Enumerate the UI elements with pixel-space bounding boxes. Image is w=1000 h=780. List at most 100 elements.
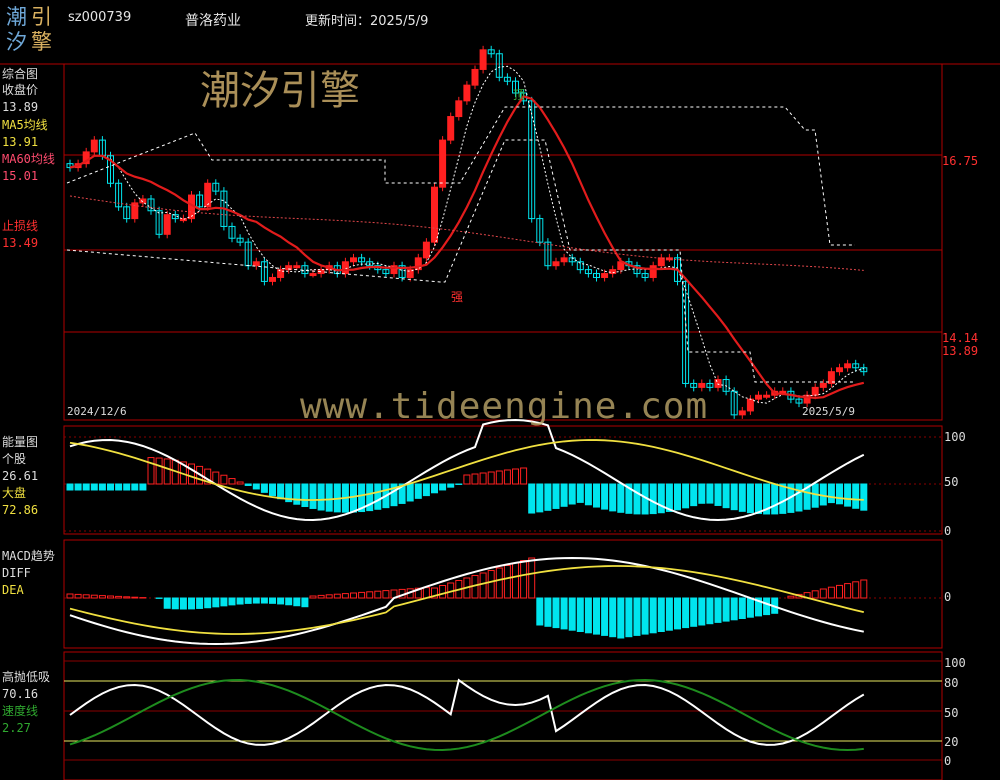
macd-dea-label: DEA: [2, 583, 24, 597]
date-start: 2024/12/6: [67, 405, 127, 418]
energy-bar: [269, 483, 276, 497]
energy-bar: [422, 483, 430, 497]
candle-body: [601, 273, 609, 278]
energy-stock-label: 个股: [2, 452, 27, 466]
energy-bar: [738, 483, 746, 512]
energy-bar: [827, 483, 835, 504]
candle-body: [714, 379, 722, 388]
macd-bar: [690, 597, 698, 627]
macd-bar: [528, 557, 536, 599]
macd-bar: [746, 597, 754, 618]
macd-bar: [204, 597, 212, 609]
energy-bar: [576, 483, 584, 503]
macd-bar: [123, 596, 131, 599]
macd-bar: [98, 595, 106, 599]
energy-bar: [309, 483, 317, 509]
energy-bar: [722, 483, 730, 509]
candle-body: [763, 394, 771, 398]
macd-bar: [844, 583, 852, 599]
macd-bar: [277, 597, 285, 605]
macd-bar: [552, 597, 560, 629]
macd-bar: [196, 597, 204, 609]
energy-bar: [536, 483, 544, 513]
macd-bar: [374, 590, 382, 599]
candle-body: [746, 398, 754, 412]
watermark-url: www.tideengine.com: [300, 386, 709, 427]
candle-body: [755, 394, 762, 400]
candle-body: [836, 367, 843, 373]
macd-bar: [228, 597, 236, 606]
macd-bar: [422, 587, 430, 599]
macd-bar: [163, 597, 171, 609]
energy-bar: [252, 483, 260, 490]
macd-bar: [479, 572, 487, 599]
energy-axis-100: 100: [944, 430, 966, 444]
energy-bar: [317, 483, 325, 511]
energy-bar: [771, 483, 779, 515]
macd-bar: [682, 597, 690, 629]
energy-bar: [730, 483, 738, 511]
macd-bar: [698, 597, 706, 626]
energy-bar: [90, 483, 98, 491]
marker-strong: 强: [451, 290, 464, 304]
energy-axis-50: 50: [944, 475, 959, 489]
macd-bar: [90, 594, 98, 599]
candle-body: [463, 84, 471, 102]
macd-bar: [560, 597, 568, 630]
energy-bar: [301, 483, 309, 508]
macd-bar: [82, 594, 90, 599]
marker-top: 顶: [513, 88, 526, 102]
macd-bar: [382, 590, 390, 599]
panel-frame-2: [63, 425, 943, 535]
energy-bar: [374, 483, 382, 510]
macd-bar: [350, 592, 357, 599]
macd-bar: [495, 567, 503, 599]
kdj-axis-0: 0: [944, 754, 952, 768]
energy-bar: [131, 483, 139, 491]
macd-bar: [576, 597, 584, 632]
macd-bar: [212, 597, 220, 608]
macd-bar: [236, 597, 244, 605]
axis-price-1389: 13.89: [942, 344, 979, 358]
macd-bar: [674, 597, 681, 630]
energy-bar: [414, 483, 422, 499]
macd-bar: [358, 591, 366, 599]
energy-panel-title: 能量图: [2, 435, 39, 449]
energy-bar: [860, 483, 868, 511]
macd-bar: [536, 597, 544, 626]
close-label: 收盘价: [2, 83, 39, 97]
candle-body: [479, 49, 487, 70]
macd-bar: [827, 586, 835, 599]
energy-bar: [690, 483, 698, 507]
energy-bar: [706, 483, 714, 504]
energy-bar: [584, 483, 592, 506]
macd-bar: [487, 570, 495, 599]
macd-bar: [269, 597, 276, 604]
candle-body: [204, 182, 212, 208]
candle-body: [139, 198, 147, 204]
energy-bar: [155, 457, 163, 485]
macd-bar: [220, 597, 228, 607]
macd-bar: [584, 597, 592, 634]
energy-bar: [366, 483, 374, 512]
date-end: 2025/5/9: [802, 405, 855, 418]
ma60-value: 15.01: [2, 169, 39, 183]
macd-bar: [714, 597, 722, 623]
macd-bar: [649, 597, 657, 634]
energy-bar: [260, 483, 268, 493]
kdj-axis-80: 80: [944, 676, 959, 690]
energy-bar: [350, 483, 357, 513]
macd-bar: [763, 597, 771, 616]
energy-bar: [293, 483, 301, 505]
macd-bar: [512, 562, 519, 599]
macd-bar: [252, 597, 260, 604]
macd-bar: [503, 565, 511, 599]
energy-bar: [544, 483, 552, 511]
macd-bar: [366, 591, 374, 599]
macd-bar: [301, 597, 309, 608]
candle-body: [431, 186, 438, 243]
candle-body: [819, 382, 827, 388]
candle-body: [439, 139, 447, 188]
close-value: 13.89: [2, 100, 39, 114]
kdj-axis-100: 100: [944, 656, 966, 670]
